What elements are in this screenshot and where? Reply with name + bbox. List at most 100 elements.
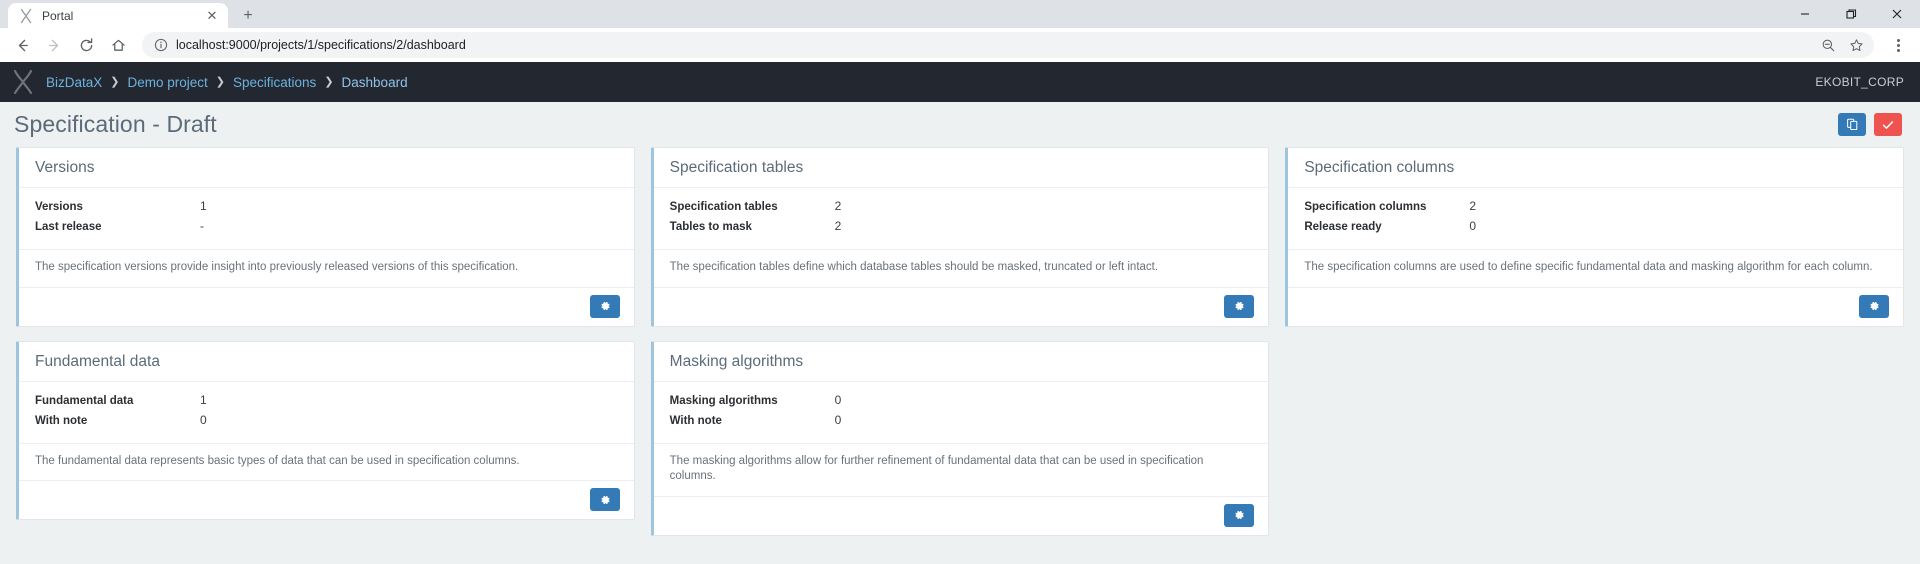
bizdatax-x-icon — [20, 8, 32, 23]
stat-value: 2 — [834, 219, 842, 233]
stat-label: Fundamental data — [35, 394, 134, 407]
card-footer — [19, 481, 634, 519]
user-organization-label[interactable]: EKOBIT_CORP — [1815, 75, 1904, 89]
card-settings-button-fundamental-data[interactable] — [589, 488, 620, 512]
stat-row: Tables to mask 2 — [670, 219, 1253, 239]
card-settings-button-specification-columns[interactable] — [1858, 294, 1889, 318]
info-circle-icon — [154, 38, 168, 52]
gear-icon — [1235, 510, 1244, 520]
home-icon[interactable] — [104, 31, 132, 59]
card-specification-tables: Specification tables Specification table… — [650, 147, 1270, 327]
card-settings-button-versions[interactable] — [589, 294, 620, 318]
stat-row: With note 0 — [35, 413, 618, 433]
breadcrumb-item-dashboard[interactable]: Dashboard — [342, 75, 408, 90]
stat-row: Specification columns 2 — [1304, 199, 1887, 219]
card-header: Masking algorithms — [653, 342, 1269, 382]
plus-icon[interactable]: + — [234, 3, 262, 28]
card-title: Versions — [35, 159, 95, 176]
breadcrumb-item-specifications[interactable]: Specifications — [233, 75, 316, 90]
stat-label: With note — [35, 414, 88, 427]
minimize-icon[interactable] — [1782, 0, 1828, 28]
stat-row: With note 0 — [670, 413, 1253, 433]
stat-label: Specification tables — [669, 201, 778, 213]
close-icon[interactable] — [1874, 0, 1920, 28]
stat-label: With note — [669, 414, 722, 427]
dashboard-cards-grid: Versions Versions 1 Last release - The s… — [0, 147, 1920, 550]
reload-icon[interactable] — [72, 31, 100, 59]
browser-toolbar: localhost:9000/projects/1/specifications… — [0, 28, 1920, 62]
card-footer — [654, 497, 1269, 535]
stat-label: Last release — [35, 221, 102, 233]
breadcrumb-item-bizdatax[interactable]: BizDataX — [46, 75, 102, 90]
stat-value: 0 — [834, 392, 842, 407]
card-title: Specification columns — [1304, 159, 1455, 176]
gear-icon — [1235, 301, 1244, 311]
restore-icon[interactable] — [1828, 0, 1874, 28]
breadcrumb: BizDataX ❯ Demo project ❯ Specifications… — [46, 75, 408, 90]
page-title: Specification - Draft — [14, 111, 217, 137]
card-cell: Versions Versions 1 Last release - The s… — [8, 147, 643, 341]
card-title: Masking algorithms — [669, 352, 804, 370]
card-description: The fundamental data represents basic ty… — [19, 444, 634, 482]
card-footer — [19, 288, 634, 326]
stat-value: 0 — [834, 412, 842, 427]
address-bar[interactable]: localhost:9000/projects/1/specifications… — [142, 32, 1874, 58]
card-stats: Specification tables 2 Tables to mask 2 — [653, 188, 1269, 250]
card-masking-algorithms: Masking algorithms Masking algorithms 0 … — [650, 340, 1270, 536]
arrow-left-icon[interactable] — [8, 31, 36, 59]
card-header: Specification tables — [653, 148, 1269, 188]
stat-value: 0 — [200, 412, 207, 427]
card-settings-button-specification-tables[interactable] — [1224, 294, 1255, 318]
application-root: BizDataX ❯ Demo project ❯ Specifications… — [0, 62, 1920, 564]
card-stats: Versions 1 Last release - — [19, 188, 634, 250]
card-title: Specification tables — [669, 159, 804, 176]
card-description: The specification versions provide insig… — [19, 250, 634, 288]
card-title: Fundamental data — [35, 352, 160, 370]
star-icon[interactable] — [1844, 33, 1868, 57]
stat-value: 1 — [200, 392, 207, 407]
card-footer — [654, 288, 1269, 326]
stat-label: Versions — [35, 201, 83, 213]
breadcrumb-item-demo-project[interactable]: Demo project — [128, 75, 208, 90]
card-header: Versions — [19, 148, 634, 188]
stat-row: Fundamental data 1 — [35, 393, 618, 413]
duplicate-specification-button[interactable] — [1838, 113, 1866, 136]
chevron-right-icon: ❯ — [110, 75, 120, 88]
card-cell: Specification columns Specification colu… — [1277, 147, 1912, 341]
card-stats: Fundamental data 1 With note 0 — [19, 382, 634, 444]
card-description: The specification tables define which da… — [653, 250, 1269, 288]
zoom-out-icon[interactable] — [1816, 33, 1840, 57]
stat-label: Tables to mask — [669, 221, 752, 233]
copy-icon — [1846, 118, 1857, 131]
stat-row: Masking algorithms 0 — [670, 393, 1253, 413]
three-dots-vertical-icon[interactable] — [1884, 31, 1912, 59]
stat-value: 2 — [1469, 199, 1476, 213]
card-header: Specification columns — [1288, 148, 1903, 188]
card-specification-columns: Specification columns Specification colu… — [1285, 147, 1904, 327]
chevron-right-icon: ❯ — [215, 75, 226, 88]
chevron-right-icon: ❯ — [324, 75, 334, 88]
gear-icon — [601, 301, 610, 311]
browser-tab-title: Portal — [42, 8, 74, 23]
stat-row: Versions 1 — [35, 199, 618, 219]
stat-value: 2 — [834, 199, 842, 213]
stat-value: - — [200, 219, 204, 233]
confirm-specification-button[interactable] — [1874, 113, 1902, 136]
card-stats: Specification columns 2 Release ready 0 — [1288, 188, 1903, 250]
bizdatax-logo-icon[interactable] — [10, 68, 36, 96]
window-controls — [1782, 0, 1920, 28]
card-cell: Masking algorithms Masking algorithms 0 … — [643, 340, 1278, 550]
close-icon[interactable]: ✕ — [204, 8, 220, 24]
page-header-actions — [1838, 113, 1902, 136]
arrow-right-icon[interactable] — [40, 31, 68, 59]
card-description: The specification columns are used to de… — [1288, 250, 1903, 288]
app-navbar: BizDataX ❯ Demo project ❯ Specifications… — [0, 62, 1920, 102]
card-settings-button-masking-algorithms[interactable] — [1224, 503, 1255, 527]
browser-tab[interactable]: Portal ✕ — [8, 3, 228, 28]
address-bar-url: localhost:9000/projects/1/specifications… — [176, 38, 466, 52]
card-footer — [1288, 288, 1903, 326]
card-header: Fundamental data — [19, 342, 634, 382]
stat-value: 1 — [200, 199, 207, 213]
gear-icon — [601, 495, 610, 504]
card-fundamental-data: Fundamental data Fundamental data 1 With… — [16, 340, 635, 521]
